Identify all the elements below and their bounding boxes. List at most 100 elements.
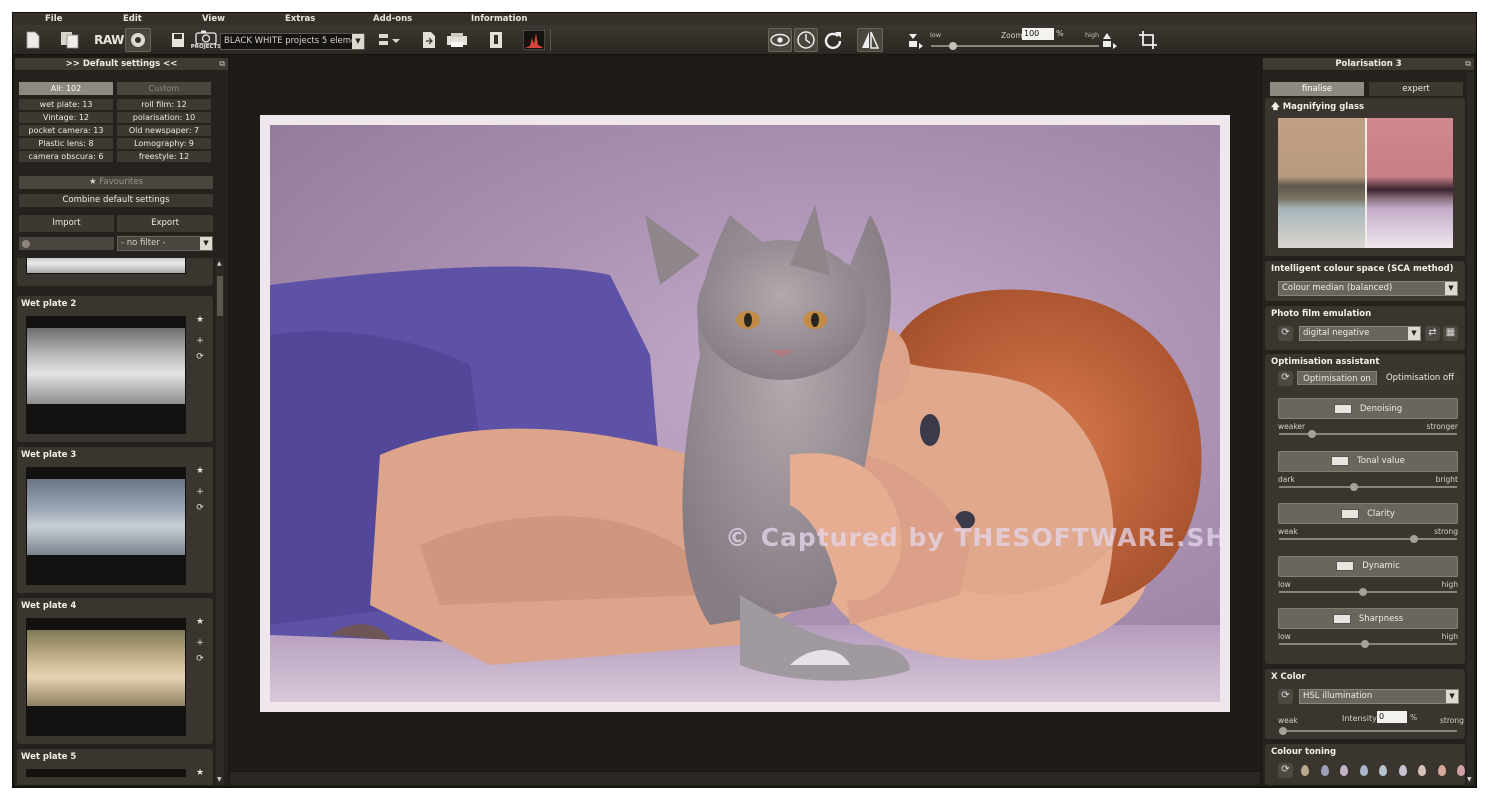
adjust-slider[interactable] xyxy=(1279,482,1457,491)
reset-xcolor-icon[interactable]: ⟳ xyxy=(1278,689,1293,704)
category-button[interactable]: Custom xyxy=(117,82,211,95)
optimisation-on-button[interactable]: Optimisation on xyxy=(1297,371,1377,385)
preset-thumbnail[interactable] xyxy=(26,327,186,405)
adjust-clarity-button[interactable]: Clarity xyxy=(1278,503,1458,524)
add-icon[interactable]: + xyxy=(194,487,206,497)
sca-select[interactable]: Colour median (balanced) ▼ xyxy=(1278,281,1458,296)
preview-photo[interactable]: © Captured by THESOFTWARE.SHOP xyxy=(270,125,1220,702)
project-select[interactable]: BLACK WHITE projects 5 elements ▼ xyxy=(220,33,365,50)
film-swap-icon[interactable]: ⇄ xyxy=(1425,326,1440,341)
category-button[interactable]: pocket camera: 13 xyxy=(19,125,113,136)
import-button[interactable]: Import xyxy=(19,215,114,232)
preset-thumbnail[interactable] xyxy=(26,629,186,707)
toning-swatch-icon[interactable] xyxy=(1457,765,1465,776)
film-select[interactable]: digital negative ▼ xyxy=(1299,326,1421,341)
preset-card-wet-plate-1[interactable] xyxy=(17,258,213,286)
pin-icon[interactable]: ⧉ xyxy=(1465,58,1471,70)
adjust-slider-knob[interactable] xyxy=(1307,430,1316,438)
intensity-input[interactable]: 0 xyxy=(1377,711,1407,723)
adjust-slider-knob[interactable] xyxy=(1358,587,1367,596)
adjust-sharpness-button[interactable]: Sharpness xyxy=(1278,608,1458,629)
preset-card[interactable]: Wet plate 2 ★ + ⟳ xyxy=(17,296,213,442)
scroll-down-icon[interactable]: ▼ xyxy=(217,776,222,783)
batch-button[interactable] xyxy=(125,28,151,52)
preset-list-scrollbar[interactable]: ▲ ▼ xyxy=(216,258,224,785)
preset-thumbnail[interactable] xyxy=(26,478,186,556)
filter-select[interactable]: - no filter - ▼ xyxy=(117,236,213,251)
mirror-button[interactable] xyxy=(857,28,883,52)
toning-swatch-icon[interactable] xyxy=(1340,765,1348,776)
histogram-button[interactable] xyxy=(521,28,547,52)
toning-swatch-icon[interactable] xyxy=(1359,765,1368,776)
scroll-down-icon[interactable]: ▼ xyxy=(1467,776,1472,783)
star-icon[interactable]: ★ xyxy=(194,617,206,627)
adjust-tonal-value-button[interactable]: Tonal value xyxy=(1278,450,1458,472)
layers-button[interactable] xyxy=(375,28,403,52)
adjust-dynamic-button[interactable]: Dynamic xyxy=(1278,555,1458,577)
star-icon[interactable]: ★ xyxy=(194,315,206,325)
preset-card[interactable]: Wet plate 4 ★ + ⟳ xyxy=(17,598,213,744)
category-button[interactable]: All: 102 xyxy=(19,82,113,95)
zoom-value-input[interactable]: 100 xyxy=(1022,28,1054,40)
category-button[interactable]: Old newspaper: 7 xyxy=(117,125,211,136)
crop-button[interactable] xyxy=(1137,28,1159,52)
category-button[interactable]: polarisation: 10 xyxy=(117,112,211,123)
compare-button[interactable] xyxy=(794,28,818,52)
new-file-button[interactable] xyxy=(23,28,43,52)
raw-button[interactable]: RAW xyxy=(94,28,124,52)
combine-default-settings-button[interactable]: Combine default settings xyxy=(19,194,213,207)
adjust-slider[interactable] xyxy=(1279,430,1457,438)
category-button[interactable]: Vintage: 12 xyxy=(19,112,113,123)
menu-view[interactable]: View xyxy=(202,14,225,24)
adjust-slider[interactable] xyxy=(1279,640,1457,648)
reset-toning-icon[interactable]: ⟳ xyxy=(1278,763,1293,778)
reset-optimisation-icon[interactable]: ⟳ xyxy=(1278,371,1293,386)
zoom-in-button[interactable] xyxy=(1101,28,1119,52)
print-button[interactable] xyxy=(445,28,469,52)
save-button[interactable] xyxy=(168,28,188,52)
adjust-slider-knob[interactable] xyxy=(1360,640,1369,648)
export-button[interactable] xyxy=(419,28,439,52)
menu-information[interactable]: Information xyxy=(471,14,527,24)
optimisation-off-button[interactable]: Optimisation off xyxy=(1381,371,1459,385)
search-field[interactable] xyxy=(19,237,114,250)
adjust-slider[interactable] xyxy=(1279,535,1457,543)
category-button[interactable]: wet plate: 13 xyxy=(19,99,113,110)
arrow-up-icon[interactable]: 🡅 xyxy=(1271,102,1280,112)
refresh-icon[interactable]: ⟳ xyxy=(194,352,206,362)
xcolor-select[interactable]: HSL illumination ▼ xyxy=(1299,689,1459,704)
toning-swatch-icon[interactable] xyxy=(1379,765,1387,776)
tab-expert[interactable]: expert xyxy=(1369,82,1463,96)
rotate-button[interactable] xyxy=(821,28,845,52)
open-files-button[interactable] xyxy=(59,28,81,52)
star-icon[interactable]: ★ xyxy=(194,466,206,476)
refresh-icon[interactable]: ⟳ xyxy=(194,503,206,513)
adjust-denoise-button[interactable]: Denoising xyxy=(1278,398,1458,419)
category-button[interactable]: Lomography: 9 xyxy=(117,138,211,149)
preview-horizontal-scrollbar[interactable] xyxy=(230,771,1260,785)
info-button[interactable] xyxy=(486,28,506,52)
reset-film-icon[interactable]: ⟳ xyxy=(1278,326,1293,341)
toning-swatch-icon[interactable] xyxy=(1418,765,1426,776)
scroll-up-icon[interactable]: ▲ xyxy=(217,260,222,267)
toning-swatch-icon[interactable] xyxy=(1437,765,1446,776)
film-settings-icon[interactable]: ▦ xyxy=(1443,326,1458,341)
zoom-slider-knob[interactable] xyxy=(948,42,957,50)
menu-extras[interactable]: Extras xyxy=(285,14,315,24)
toning-swatch-icon[interactable] xyxy=(1301,765,1309,776)
zoom-out-button[interactable] xyxy=(907,28,925,52)
intensity-slider-knob[interactable] xyxy=(1279,727,1287,735)
category-button[interactable]: camera obscura: 6 xyxy=(19,151,113,162)
category-button[interactable]: roll film: 12 xyxy=(117,99,211,110)
adjust-slider[interactable] xyxy=(1279,587,1457,596)
intensity-slider[interactable] xyxy=(1279,727,1457,735)
preset-card[interactable]: Wet plate 3 ★ + ⟳ xyxy=(17,447,213,593)
projects-button[interactable]: PROJECTS xyxy=(191,28,221,52)
toning-swatch-icon[interactable] xyxy=(1398,765,1407,776)
add-icon[interactable]: + xyxy=(194,638,206,648)
menu-addons[interactable]: Add-ons xyxy=(373,14,412,24)
toning-swatch-icon[interactable] xyxy=(1320,765,1329,776)
menu-edit[interactable]: Edit xyxy=(123,14,142,24)
zoom-slider[interactable] xyxy=(931,42,1099,50)
add-icon[interactable]: + xyxy=(194,336,206,346)
